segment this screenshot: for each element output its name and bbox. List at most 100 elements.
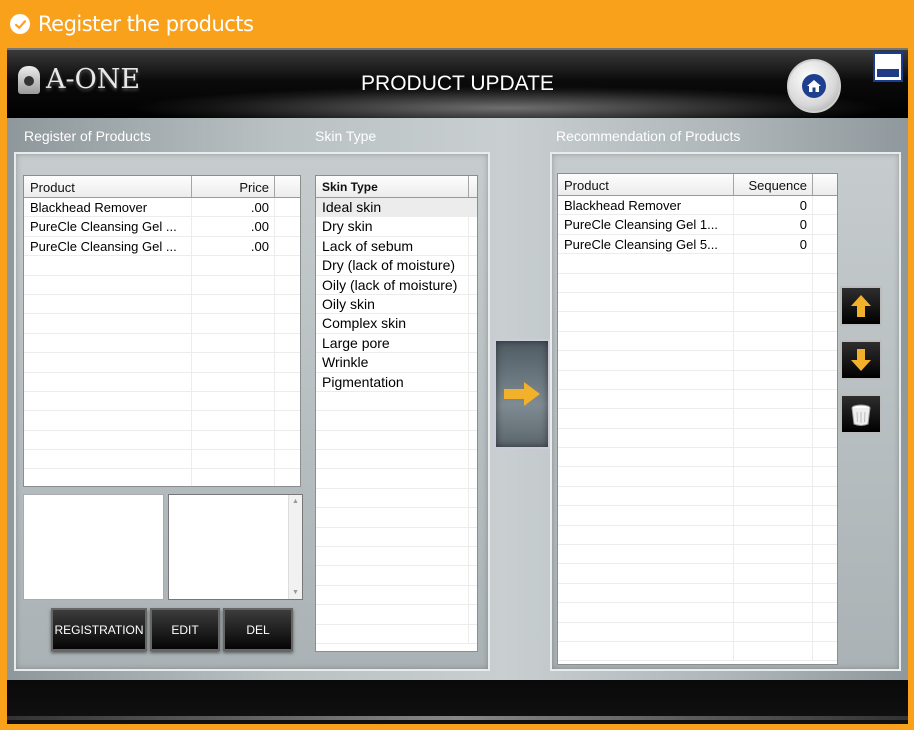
table-row[interactable] <box>558 370 837 390</box>
table-row[interactable] <box>558 545 837 565</box>
product-table[interactable]: Product Price Blackhead Remover .00 PureCl… <box>23 175 301 487</box>
add-recommendation-button[interactable] <box>494 339 550 449</box>
table-row[interactable] <box>24 275 300 295</box>
delete-recommendation-button[interactable] <box>840 394 882 434</box>
table-row[interactable] <box>558 428 837 449</box>
table-row[interactable] <box>558 351 837 371</box>
table-row[interactable] <box>558 389 837 410</box>
price-cell <box>192 450 275 469</box>
move-down-button[interactable] <box>840 340 882 380</box>
table-row[interactable] <box>24 469 300 486</box>
table-row[interactable]: PureCle Cleansing Gel ... .00 <box>24 217 300 237</box>
skin-type-list[interactable]: Skin Type Ideal skin Dry skin Lack of sebu… <box>315 175 478 652</box>
table-row[interactable] <box>24 353 300 373</box>
table-row[interactable] <box>24 391 300 412</box>
list-item[interactable]: Dry (lack of moisture) <box>316 256 477 276</box>
product-cell <box>24 469 192 486</box>
list-item[interactable] <box>316 527 477 548</box>
product-cell <box>558 273 734 292</box>
arrow-down-icon <box>851 349 871 371</box>
table-row[interactable] <box>24 333 300 354</box>
table-row[interactable]: Blackhead Remover .00 <box>24 198 300 218</box>
del-button[interactable]: DEL <box>223 608 293 651</box>
table-row[interactable] <box>558 312 837 332</box>
list-item[interactable] <box>316 391 477 412</box>
table-row[interactable]: PureCle Cleansing Gel 1... 0 <box>558 215 837 235</box>
table-row[interactable]: PureCle Cleansing Gel ... .00 <box>24 236 300 257</box>
blank-cell <box>813 274 837 292</box>
recommendation-table[interactable]: Product Sequence Blackhead Remover 0 PureC… <box>557 173 838 665</box>
edit-button[interactable]: EDIT <box>150 608 220 651</box>
table-row[interactable] <box>24 294 300 315</box>
table-row[interactable] <box>24 256 300 276</box>
table-row[interactable] <box>24 314 300 334</box>
column-header-sequence[interactable]: Sequence <box>734 174 813 195</box>
skin-type-cell <box>316 624 469 643</box>
table-row[interactable] <box>558 603 837 623</box>
table-row[interactable] <box>558 525 837 546</box>
list-item[interactable]: Large pore <box>316 333 477 354</box>
table-row[interactable]: Blackhead Remover 0 <box>558 196 837 216</box>
product-cell <box>24 411 192 430</box>
table-row[interactable] <box>558 448 837 468</box>
list-item[interactable]: Wrinkle <box>316 353 477 373</box>
product-cell <box>558 254 734 273</box>
column-header-product[interactable]: Product <box>24 176 192 197</box>
sequence-cell <box>734 351 813 370</box>
list-item[interactable] <box>316 585 477 606</box>
list-item[interactable]: Lack of sebum <box>316 236 477 257</box>
sequence-cell <box>734 428 813 448</box>
table-row[interactable]: PureCle Cleansing Gel 5... 0 <box>558 234 837 255</box>
table-row[interactable] <box>24 372 300 392</box>
registration-button[interactable]: REGISTRATION <box>51 608 147 651</box>
list-item[interactable]: Ideal skin <box>316 198 477 218</box>
list-item[interactable] <box>316 508 477 528</box>
table-row[interactable] <box>558 467 837 487</box>
table-row[interactable] <box>558 583 837 604</box>
list-item[interactable] <box>316 450 477 470</box>
move-up-button[interactable] <box>840 286 882 326</box>
blank-cell <box>813 351 837 369</box>
blank-cell <box>813 584 837 602</box>
list-item[interactable] <box>316 488 477 509</box>
table-row[interactable] <box>558 331 837 352</box>
list-item[interactable]: Pigmentation <box>316 372 477 392</box>
list-item[interactable] <box>316 547 477 567</box>
table-row[interactable] <box>24 430 300 451</box>
list-item[interactable] <box>316 411 477 431</box>
list-item[interactable]: Complex skin <box>316 314 477 334</box>
table-row[interactable] <box>558 409 837 429</box>
scroll-up-icon[interactable]: ▲ <box>289 498 302 505</box>
list-item[interactable]: Oily (lack of moisture) <box>316 275 477 295</box>
skin-type-cell: Wrinkle <box>316 353 469 372</box>
table-row[interactable] <box>558 506 837 526</box>
table-row[interactable] <box>24 450 300 470</box>
minimize-button[interactable] <box>873 52 903 82</box>
price-cell: .00 <box>192 198 275 217</box>
home-button[interactable] <box>787 59 841 113</box>
column-header-price[interactable]: Price <box>192 176 275 197</box>
table-row[interactable] <box>558 622 837 642</box>
list-item[interactable] <box>316 566 477 586</box>
table-row[interactable] <box>558 254 837 274</box>
column-header-product[interactable]: Product <box>558 174 734 195</box>
table-row[interactable] <box>558 564 837 584</box>
description-scrollbar[interactable]: ▲ ▼ <box>288 495 302 599</box>
product-image-box <box>23 494 164 600</box>
list-item[interactable] <box>316 469 477 489</box>
list-item[interactable] <box>316 624 477 644</box>
table-row[interactable] <box>558 292 837 313</box>
list-item[interactable] <box>316 430 477 451</box>
list-item[interactable]: Dry skin <box>316 217 477 237</box>
list-item[interactable] <box>316 605 477 625</box>
table-row[interactable] <box>558 641 837 662</box>
table-row[interactable] <box>558 273 837 293</box>
skin-type-cell <box>316 547 469 566</box>
column-header-skin-type[interactable]: Skin Type <box>316 176 469 197</box>
product-cell: Blackhead Remover <box>558 196 734 215</box>
scroll-down-icon[interactable]: ▼ <box>289 589 302 596</box>
table-row[interactable] <box>24 411 300 431</box>
product-description-box[interactable]: ▲ ▼ <box>168 494 303 600</box>
list-item[interactable]: Oily skin <box>316 294 477 315</box>
table-row[interactable] <box>558 486 837 507</box>
